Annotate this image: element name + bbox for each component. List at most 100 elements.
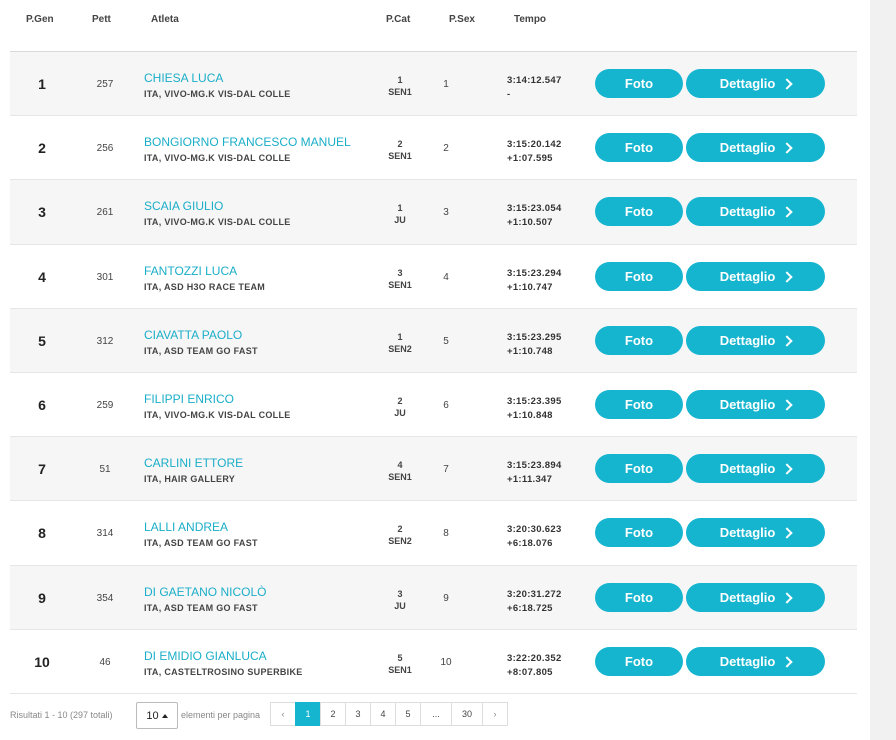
foto-button[interactable]: Foto — [595, 582, 683, 612]
athlete-name-link[interactable]: LALLI ANDREA — [144, 520, 258, 534]
results-page: P.Gen Pett Atleta P.Cat P.Sex Tempo 1 257… — [0, 0, 896, 740]
sex-position: 4 — [443, 271, 449, 283]
foto-button-label: Foto — [624, 589, 654, 605]
results-table: P.Gen Pett Atleta P.Cat P.Sex Tempo 1 257… — [10, 0, 857, 694]
dettaglio-button[interactable]: Dettaglio — [686, 69, 825, 98]
finish-time: 3:15:20.142 — [507, 139, 562, 151]
position-overall: 5 — [38, 332, 46, 349]
category-name: SEN2 — [388, 536, 412, 547]
category-rank: 2 — [397, 139, 403, 150]
table-row: 2 256 BONGIORNO FRANCESCO MANUEL ITA, VIVO-… — [10, 116, 857, 181]
athlete-name-link[interactable]: DI GAETANO NICOLÒ — [144, 585, 266, 599]
category-position: 2 JU — [375, 395, 425, 419]
chevron-right-icon — [781, 463, 793, 475]
athlete-name-link[interactable]: SCAIA GIULIO — [144, 199, 291, 213]
time-cell: 3:15:20.142 +1:07.595 — [507, 138, 562, 166]
per-page-value: 10 — [146, 709, 159, 722]
chevron-right-icon — [781, 78, 793, 90]
athlete-cell: FILIPPI ENRICO ITA, VIVO-MG.K VIS-DAL COL… — [144, 392, 291, 420]
pager-page-4[interactable]: 4 — [370, 702, 396, 726]
foto-button[interactable]: Foto — [595, 325, 683, 355]
athlete-name-link[interactable]: CHIESA LUCA — [144, 71, 291, 85]
sex-position: 1 — [443, 79, 449, 90]
bib-number: 354 — [96, 592, 114, 604]
header-pcat[interactable]: P.Cat — [386, 14, 410, 25]
foto-button[interactable]: Foto — [595, 518, 683, 548]
position-overall: 3 — [38, 204, 46, 221]
pager-page-1[interactable]: 1 — [295, 702, 321, 726]
finish-time: 3:20:30.623 — [507, 524, 562, 536]
per-page-label: elementi per pagina — [181, 710, 261, 720]
category-rank: 3 — [397, 588, 403, 599]
category-rank: 1 — [397, 331, 403, 342]
time-cell: 3:15:23.054 +1:10.507 — [507, 202, 562, 230]
header-atleta[interactable]: Atleta — [151, 14, 179, 25]
foto-button-label: Foto — [624, 140, 654, 156]
category-name: SEN1 — [388, 279, 412, 290]
category-rank: 1 — [397, 203, 403, 214]
time-gap: +6:18.076 — [507, 538, 553, 550]
time-gap: +1:11.347 — [507, 474, 553, 486]
pager-page-3[interactable]: 3 — [345, 702, 371, 726]
pager-prev-button[interactable]: ‹ — [270, 702, 296, 726]
foto-button[interactable]: Foto — [595, 197, 683, 227]
athlete-name-link[interactable]: DI EMIDIO GIANLUCA — [144, 649, 303, 663]
pager-page-5[interactable]: 5 — [395, 702, 421, 726]
scrollbar-track[interactable] — [870, 0, 896, 740]
finish-time: 3:14:12.547 — [507, 75, 562, 86]
athlete-team: ITA, VIVO-MG.K VIS-DAL COLLE — [144, 217, 291, 228]
pager-next-button[interactable]: › — [482, 702, 508, 726]
time-cell: 3:15:23.294 +1:10.747 — [507, 267, 562, 295]
dettaglio-button[interactable]: Dettaglio — [686, 197, 825, 227]
foto-button[interactable]: Foto — [595, 69, 683, 98]
table-row: 3 261 SCAIA GIULIO ITA, VIVO-MG.K VIS-DAL C… — [10, 180, 857, 245]
category-name: JU — [394, 215, 406, 226]
per-page-select[interactable]: 10 — [136, 702, 178, 729]
foto-button[interactable]: Foto — [595, 133, 683, 163]
athlete-name-link[interactable]: CARLINI ETTORE — [144, 456, 243, 470]
dettaglio-button[interactable]: Dettaglio — [686, 133, 825, 163]
chevron-right-icon — [781, 206, 793, 219]
category-name: SEN1 — [388, 151, 412, 162]
athlete-name-link[interactable]: FILIPPI ENRICO — [144, 392, 291, 406]
athlete-team: ITA, ASD TEAM GO FAST — [144, 538, 258, 549]
athlete-cell: CHIESA LUCA ITA, VIVO-MG.K VIS-DAL COLLE — [144, 71, 291, 99]
athlete-team: ITA, ASD TEAM GO FAST — [144, 345, 258, 356]
header-pgen[interactable]: P.Gen — [26, 14, 54, 25]
dettaglio-button[interactable]: Dettaglio — [686, 646, 825, 676]
table-row: 5 312 CIAVATTA PAOLO ITA, ASD TEAM GO FAST 1… — [10, 308, 857, 373]
dettaglio-button[interactable]: Dettaglio — [686, 325, 825, 355]
athlete-cell: SCAIA GIULIO ITA, VIVO-MG.K VIS-DAL COLLE — [144, 199, 291, 227]
foto-button[interactable]: Foto — [595, 454, 683, 484]
time-cell: 3:15:23.395 +1:10.848 — [507, 395, 562, 423]
athlete-team: ITA, ASD H3O RACE TEAM — [144, 281, 266, 292]
dettaglio-button[interactable]: Dettaglio — [686, 518, 825, 548]
time-cell: 3:15:23.295 +1:10.748 — [507, 331, 562, 359]
foto-button-label: Foto — [624, 525, 654, 541]
pagination: ‹ 1 2 3 4 5... 30 › — [270, 702, 508, 726]
position-overall: 7 — [38, 461, 46, 478]
header-psex[interactable]: P.Sex — [449, 14, 475, 25]
dettaglio-button[interactable]: Dettaglio — [686, 454, 825, 484]
athlete-name-link[interactable]: BONGIORNO FRANCESCO MANUEL — [144, 135, 351, 149]
foto-button[interactable]: Foto — [595, 646, 683, 676]
category-name: SEN1 — [388, 664, 412, 675]
pager-page-30[interactable]: 30 — [451, 702, 483, 726]
header-tempo[interactable]: Tempo — [514, 14, 546, 25]
foto-button[interactable]: Foto — [595, 389, 683, 419]
dettaglio-button[interactable]: Dettaglio — [686, 261, 825, 291]
time-gap: +8:07.805 — [507, 666, 553, 678]
bib-number: 46 — [99, 656, 111, 668]
header-pett[interactable]: Pett — [92, 14, 111, 25]
finish-time: 3:15:23.294 — [507, 267, 562, 279]
athlete-name-link[interactable]: FANTOZZI LUCA — [144, 264, 265, 278]
time-gap: +6:18.725 — [507, 602, 553, 614]
dettaglio-button[interactable]: Dettaglio — [686, 582, 825, 612]
foto-button[interactable]: Foto — [595, 261, 683, 291]
athlete-name-link[interactable]: CIAVATTA PAOLO — [144, 328, 258, 342]
bib-number: 314 — [96, 528, 114, 540]
bib-number: 257 — [96, 79, 114, 90]
pager-page-2[interactable]: 2 — [320, 702, 346, 726]
dettaglio-button[interactable]: Dettaglio — [686, 389, 825, 419]
time-cell: 3:20:30.623 +6:18.076 — [507, 523, 562, 551]
